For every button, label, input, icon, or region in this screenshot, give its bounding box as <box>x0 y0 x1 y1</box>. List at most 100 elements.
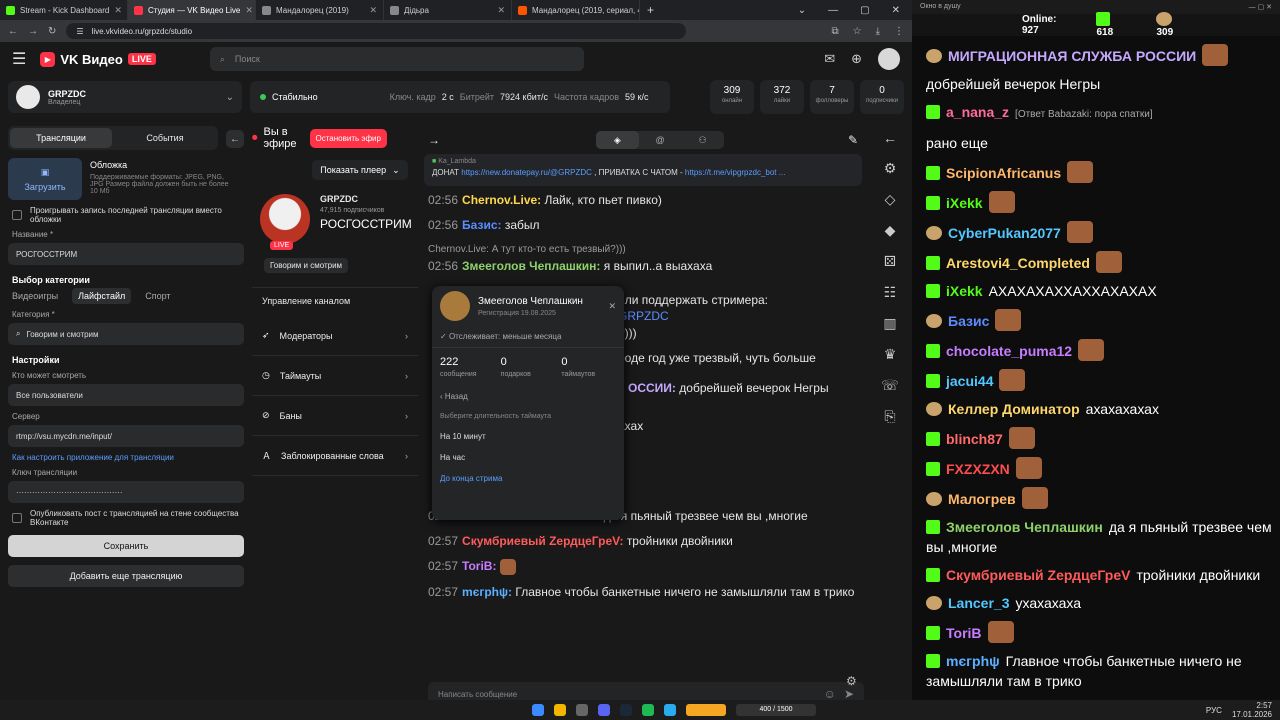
kick-author[interactable]: МИГРАЦИОННАЯ СЛУЖБА РОССИИ <box>948 48 1196 64</box>
cat-lifestyle[interactable]: Лайфстайл <box>72 288 132 304</box>
kick-author[interactable]: jacui44 <box>946 373 993 389</box>
bot-link[interactable]: https://t.me/vipgrpzdc_bot ... <box>685 168 786 177</box>
kick-author[interactable]: a_nana_z <box>946 104 1009 120</box>
kick-window-controls[interactable]: — ▢ ✕ <box>1249 3 1272 11</box>
blocked-words-row[interactable]: Ａ Заблокированные слова › <box>252 436 418 476</box>
save-button[interactable]: Сохранить <box>8 535 244 557</box>
who-select[interactable]: Все пользователи <box>8 384 244 406</box>
title-input[interactable]: РОСГОССТРИМ <box>8 243 244 265</box>
browser-tab[interactable]: Мандалорец (2019) ✕ <box>256 0 384 20</box>
server-field[interactable]: rtmp://vsu.mycdn.me/input/ <box>8 425 244 447</box>
send-icon[interactable]: ➤ <box>844 687 854 701</box>
timeout-10min[interactable]: На 10 минут <box>432 426 624 447</box>
download-icon[interactable]: ⤓ <box>876 26 880 37</box>
collapse-left-icon[interactable]: ← <box>883 130 897 146</box>
emoji-icon[interactable]: ☺ <box>824 687 836 701</box>
avatar[interactable] <box>878 48 900 70</box>
new-tab-icon[interactable]: + <box>640 3 661 17</box>
kick-author[interactable]: blinch87 <box>946 431 1003 447</box>
timeouts-row[interactable]: ◷ Таймауты › <box>252 356 418 396</box>
kick-author[interactable]: ToriB <box>946 625 982 641</box>
collapse-arrow-icon[interactable]: ← <box>226 130 244 148</box>
browser-tab[interactable]: Stream - Kick Dashboard ✕ <box>0 0 128 20</box>
msg-author[interactable]: ToriB: <box>462 559 496 573</box>
discord-icon[interactable] <box>598 704 610 716</box>
msg-author[interactable]: Змееголов Чеплашкин: <box>462 259 600 273</box>
tab-streams[interactable]: Трансляции <box>10 128 112 148</box>
vk-logo[interactable]: ▶ VK Видео LIVE <box>40 51 156 67</box>
msg-author[interactable]: Скумбриевый ZердцеГреV: <box>462 534 623 548</box>
upload-button[interactable]: ▣ Загрузить <box>8 158 82 200</box>
kick-author[interactable]: FXZXZXN <box>946 461 1010 477</box>
msg-link[interactable]: GRPZDC <box>618 309 669 323</box>
publish-checkbox[interactable]: Опубликовать пост с трансляцией на стене… <box>12 509 240 527</box>
chat-tab-icon[interactable]: ◈ <box>596 131 639 149</box>
howto-link[interactable]: Как настроить приложение для трансляции <box>12 453 244 462</box>
kick-author[interactable]: CyberPukan2077 <box>948 225 1061 241</box>
game-widget-icon[interactable] <box>686 704 726 716</box>
stop-stream-button[interactable]: Остановить эфир <box>309 128 387 148</box>
close-icon[interactable]: ✕ <box>608 301 616 312</box>
language-indicator[interactable]: РУС <box>1206 706 1222 715</box>
obs-icon[interactable] <box>576 704 588 716</box>
kick-author[interactable]: Змееголов Чеплашкин <box>946 519 1103 535</box>
browser-tab[interactable]: Студия — VK Видео Live ✕ <box>128 0 256 20</box>
tab-close-icon[interactable]: ✕ <box>114 5 122 16</box>
clock[interactable]: 2:57 17.01.2026 <box>1232 701 1272 719</box>
kick-author[interactable]: Малогрев <box>948 491 1016 507</box>
bans-row[interactable]: ⊘ Баны › <box>252 396 418 436</box>
extensions-icon[interactable]: ⧉ <box>831 26 838 37</box>
donate-link[interactable]: https://new.donatepay.ru/@GRPZDC <box>461 168 592 177</box>
steam-icon[interactable] <box>620 704 632 716</box>
dice-icon[interactable]: ⚄ <box>884 253 896 270</box>
popout-arrow-icon[interactable]: → <box>428 133 440 147</box>
mentions-tab-icon[interactable]: @ <box>639 131 682 149</box>
site-info-icon[interactable]: ☰ <box>76 27 83 36</box>
tab-close-icon[interactable]: ✕ <box>245 5 253 16</box>
diamond-icon[interactable]: ◇ <box>885 191 896 208</box>
add-icon[interactable]: ⊕ <box>851 51 862 67</box>
msg-author[interactable]: Chernov.Live: <box>462 193 541 207</box>
window-controls[interactable]: ⌄ — ▢ ✕ <box>798 5 912 16</box>
kick-author[interactable]: ScipionAfricanus <box>946 165 1061 181</box>
channel-selector[interactable]: GRPZDC Владелец ⌄ <box>8 81 242 113</box>
kick-author[interactable]: Келлер Доминатор <box>948 401 1080 417</box>
bookmark-icon[interactable]: ☆ <box>853 26 862 37</box>
chart-icon[interactable]: ▥ <box>883 315 896 332</box>
search-input[interactable]: ⌕ Поиск <box>209 47 584 71</box>
category-input[interactable]: ⌕ Говорим и смотрим <box>8 323 244 345</box>
list-icon[interactable]: ☷ <box>884 284 897 301</box>
settings-icon[interactable]: ⚙ <box>884 160 897 177</box>
kick-author[interactable]: iXekk <box>946 195 983 211</box>
reload-icon[interactable]: ↻ <box>48 26 56 37</box>
kick-author[interactable]: Скумбриевый ZердцеГреV <box>946 567 1130 583</box>
show-player-button[interactable]: Показать плеер ⌄ <box>312 160 408 180</box>
menu-icon[interactable]: ⋮ <box>894 26 904 37</box>
kick-author[interactable]: Базис <box>948 313 989 329</box>
forward-icon[interactable]: → <box>28 26 38 37</box>
cat-games[interactable]: Видеоигры <box>12 291 58 304</box>
moderators-row[interactable]: ➶ Модераторы › <box>252 316 418 356</box>
browser-tab[interactable]: Мандалорец (2019, сериал, 4...✕ <box>512 0 640 20</box>
kick-author[interactable]: Arestovi4_Completed <box>946 255 1090 271</box>
pin-icon[interactable]: ✎ <box>848 133 858 147</box>
tab-close-icon[interactable]: ✕ <box>369 5 377 16</box>
kick-author[interactable]: chocolate_puma12 <box>946 343 1072 359</box>
url-field[interactable]: ☰ live.vkvideo.ru/grpzdc/studio <box>66 23 687 39</box>
spotify-icon[interactable] <box>642 704 654 716</box>
windows-start-icon[interactable] <box>532 704 544 716</box>
chrome-icon[interactable] <box>554 704 566 716</box>
hamburger-icon[interactable]: ☰ <box>12 49 26 69</box>
trophy-icon[interactable]: ♛ <box>884 346 897 363</box>
msg-author[interactable]: ОССИИ: <box>628 381 676 395</box>
notifications-icon[interactable]: ✉ <box>824 51 835 67</box>
telegram-icon[interactable] <box>664 704 676 716</box>
back-button[interactable]: ‹ Назад <box>432 386 624 407</box>
users-tab-icon[interactable]: ⚇ <box>681 131 724 149</box>
tab-events[interactable]: События <box>114 128 216 148</box>
cat-sport[interactable]: Спорт <box>145 291 170 304</box>
kick-author[interactable]: iXekk <box>946 283 983 299</box>
chat-settings-icon[interactable]: ⚙ <box>846 674 857 688</box>
record-checkbox[interactable]: Проигрывать запись последней трансляции … <box>12 206 240 224</box>
timeout-end-stream[interactable]: До конца стрима <box>432 468 624 489</box>
